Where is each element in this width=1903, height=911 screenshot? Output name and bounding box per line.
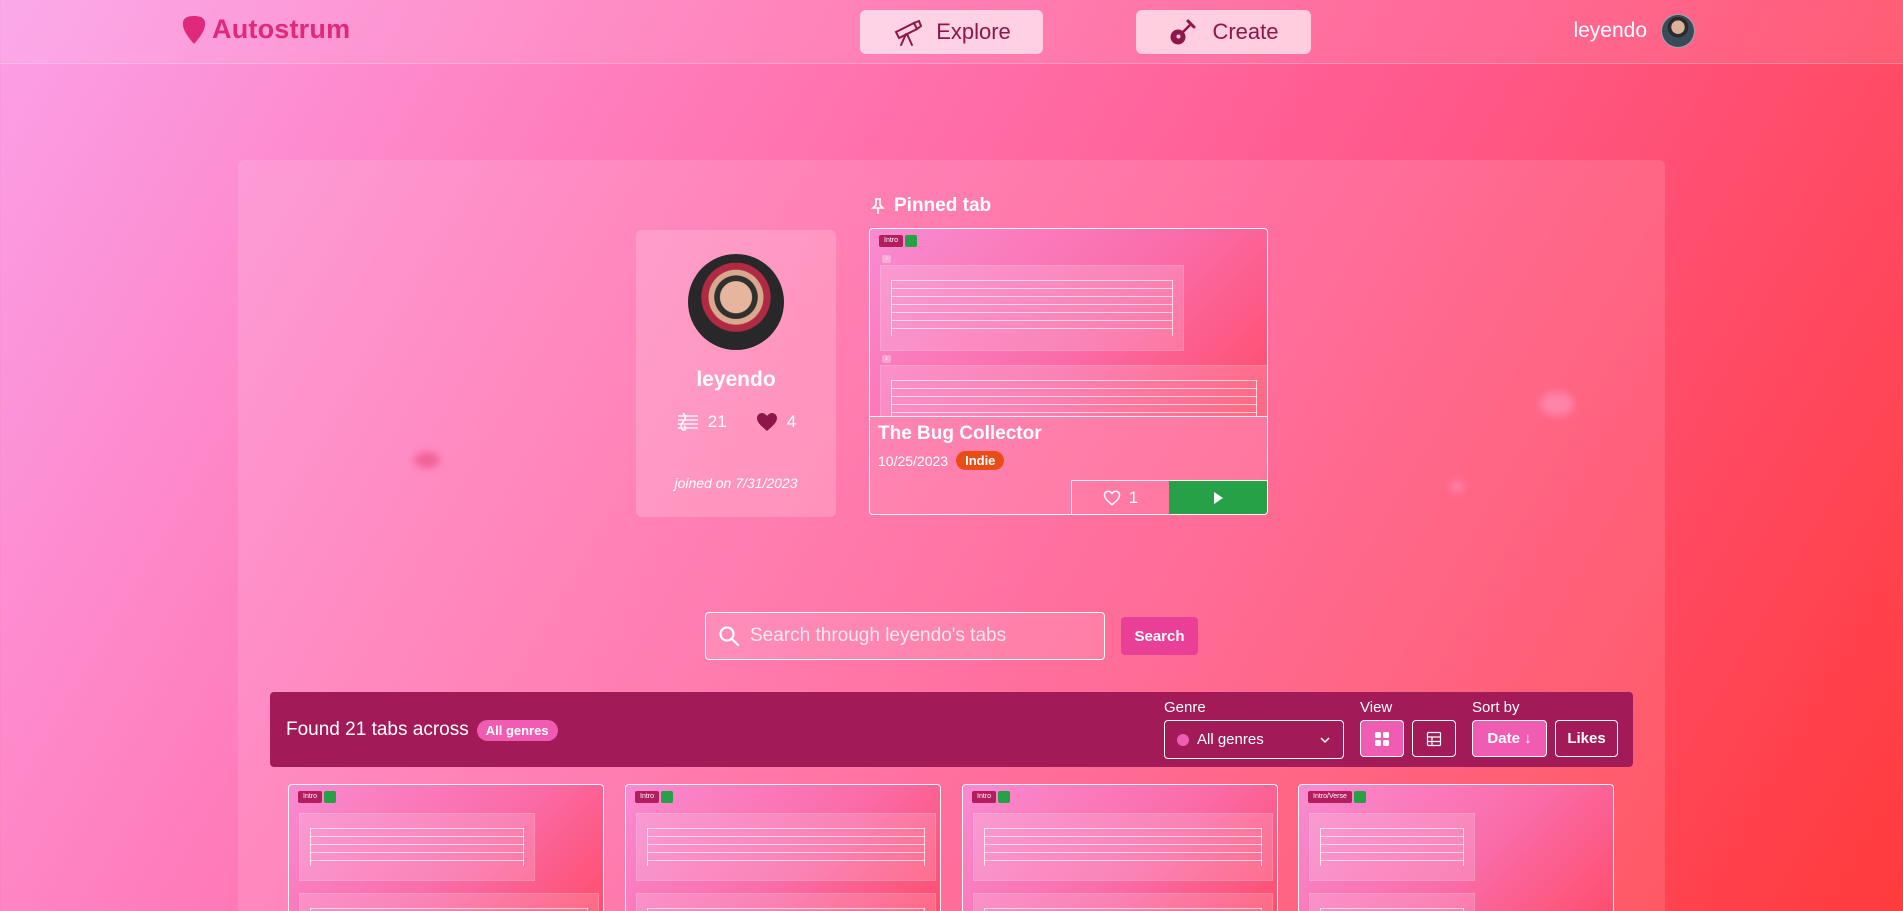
tab-like-count: 1 — [1128, 487, 1139, 507]
tab-staff — [636, 893, 936, 911]
section-play-icon — [324, 791, 337, 803]
tab-meta: 10/25/2023 Indie — [878, 451, 1259, 470]
profile-card: leyendo 21 4 joined on 7/31/2023 — [636, 230, 836, 517]
tab-staff — [1309, 813, 1475, 881]
top-navigation-bar: Autostrum Explore Create leyendo — [0, 0, 1903, 64]
tab-staff — [880, 365, 1267, 416]
tab-staff — [973, 813, 1273, 881]
explore-label: Explore — [936, 19, 1011, 44]
tab-preview[interactable]: Intro ♪ ♪ — [870, 229, 1267, 417]
joined-date: joined on 7/31/2023 — [674, 475, 798, 491]
pinned-tab-card[interactable]: Intro ♪ ♪ The Bug Collector 10/25/2023 I… — [869, 228, 1268, 515]
results-summary: Found 21 tabs across All genres — [286, 719, 558, 741]
search-input[interactable] — [750, 625, 1104, 647]
results-count-text: Found 21 tabs across — [286, 719, 469, 740]
pin-icon — [871, 198, 885, 214]
play-button[interactable] — [1169, 480, 1267, 514]
decorative-blob — [1450, 480, 1464, 494]
user-menu[interactable]: leyendo — [1573, 14, 1695, 48]
tab-preview[interactable]: Intro/Verse — [1299, 785, 1613, 911]
tab-staff — [636, 813, 936, 881]
profile-avatar — [688, 254, 784, 350]
search-icon — [719, 626, 740, 647]
grid-icon — [1375, 731, 1389, 746]
chevron-down-icon — [1320, 736, 1330, 743]
tab-card[interactable]: Intro/Verse — [1298, 784, 1614, 911]
grid-view-button[interactable] — [1360, 720, 1404, 757]
section-label: Intro — [635, 791, 660, 803]
genre-badge: Indie — [956, 451, 1005, 470]
genre-label: Genre — [1164, 699, 1206, 716]
section-tag: Intro — [298, 791, 337, 803]
search-button[interactable]: Search — [1121, 617, 1198, 655]
section-label: Intro — [972, 791, 997, 803]
tab-staff — [973, 893, 1273, 911]
heart-icon — [756, 413, 777, 431]
tab-card[interactable]: Intro — [625, 784, 941, 911]
tab-preview[interactable]: Intro — [626, 785, 940, 911]
section-label: Intro — [298, 791, 323, 803]
tab-card[interactable]: Intro — [962, 784, 1278, 911]
tab-staff — [299, 813, 535, 881]
search-box — [705, 612, 1105, 660]
table-icon — [1426, 731, 1442, 746]
section-tag: Intro/Verse — [1308, 791, 1366, 803]
app-logo[interactable]: Autostrum — [182, 14, 350, 45]
results-toolbar: Found 21 tabs across All genres Genre Al… — [270, 692, 1633, 767]
tab-preview[interactable]: Intro — [963, 785, 1277, 911]
app-name: Autostrum — [212, 14, 351, 44]
heart-outline-icon — [1103, 489, 1121, 506]
section-play-icon — [998, 791, 1011, 803]
profile-stats: 21 4 — [676, 410, 796, 434]
decorative-blob — [414, 452, 440, 468]
tab-staff — [1309, 893, 1475, 911]
decorative-blob — [1540, 392, 1574, 416]
like-count: 4 — [786, 412, 797, 431]
section-play-icon — [661, 791, 674, 803]
all-genres-badge: All genres — [476, 719, 558, 741]
sort-date-button[interactable]: Date ↓ — [1472, 720, 1547, 757]
tab-title[interactable]: The Bug Collector — [878, 423, 1259, 445]
tab-date: 10/25/2023 — [878, 452, 949, 469]
tab-staff — [880, 265, 1184, 351]
tab-preview[interactable]: Intro — [289, 785, 603, 911]
genre-select[interactable]: All genres — [1164, 720, 1344, 759]
user-name: leyendo — [1573, 19, 1647, 42]
bpm-label: ♪ — [882, 255, 891, 263]
decorative-blob — [466, 428, 476, 438]
section-tag: Intro — [635, 791, 674, 803]
view-label: View — [1360, 699, 1393, 716]
sort-likes-button[interactable]: Likes — [1555, 720, 1618, 757]
section-label: Intro/Verse — [1308, 791, 1352, 803]
bpm-label: ♪ — [882, 355, 891, 363]
genre-color-dot — [1177, 733, 1189, 746]
tab-info: The Bug Collector 10/25/2023 Indie 1 — [870, 417, 1267, 514]
create-label: Create — [1212, 19, 1279, 44]
play-icon — [1214, 491, 1223, 504]
pinned-tab-label: Pinned tab — [894, 195, 992, 216]
section-play-icon — [905, 235, 918, 247]
like-button[interactable]: 1 — [1071, 480, 1169, 514]
pinned-tab-heading: Pinned tab — [870, 195, 991, 217]
telescope-icon — [894, 19, 923, 46]
tab-card[interactable]: Intro — [288, 784, 604, 911]
table-view-button[interactable] — [1412, 720, 1456, 757]
tab-staff — [299, 893, 599, 911]
guitar-icon — [1170, 19, 1196, 45]
create-button[interactable]: Create — [1136, 10, 1311, 54]
tab-count: 21 — [707, 412, 727, 431]
section-tag: Intro — [972, 791, 1011, 803]
music-staff-icon — [677, 412, 698, 431]
guitar-pick-icon — [182, 15, 206, 44]
avatar[interactable] — [1661, 14, 1695, 48]
section-play-icon — [1353, 791, 1366, 803]
explore-button[interactable]: Explore — [860, 10, 1043, 54]
sort-label: Sort by — [1472, 699, 1520, 716]
section-tag: Intro — [879, 235, 918, 247]
profile-name: leyendo — [696, 368, 776, 391]
section-label: Intro — [879, 235, 904, 247]
tab-actions: 1 — [1071, 480, 1267, 514]
genre-selected-value: All genres — [1197, 731, 1264, 748]
